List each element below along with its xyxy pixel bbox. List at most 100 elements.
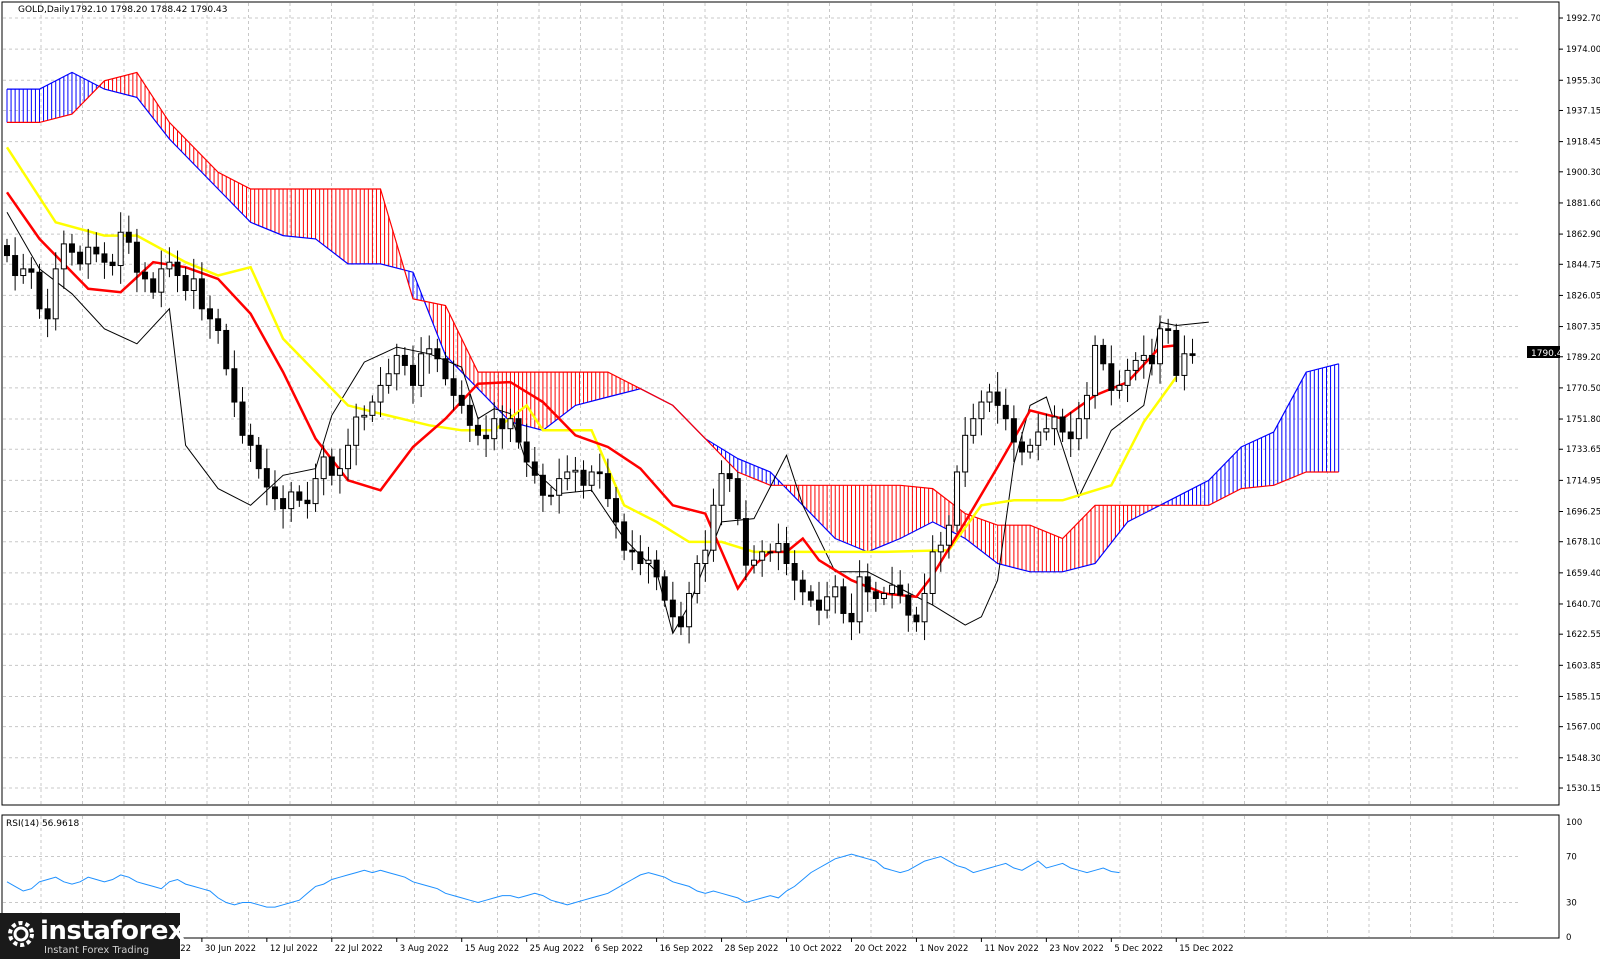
candle xyxy=(1124,358,1131,403)
candle xyxy=(44,288,51,338)
candle xyxy=(93,232,100,263)
candle xyxy=(1140,335,1147,379)
candle-body-bear xyxy=(1165,328,1172,331)
candle-body-bear xyxy=(401,354,408,366)
candle-body-bear xyxy=(77,251,84,265)
price-tick-label: 1733.65 xyxy=(1566,445,1600,455)
candle-body-bull xyxy=(929,551,936,594)
candle-body-bull xyxy=(1035,431,1042,446)
candle-body-bear xyxy=(580,469,587,486)
candle xyxy=(507,408,514,442)
price-tick-label: 1900.30 xyxy=(1566,168,1600,178)
candle-body-bull xyxy=(377,384,384,403)
candle xyxy=(466,393,473,442)
candle-body-bear xyxy=(4,245,10,257)
candle-body-bear xyxy=(466,404,473,426)
candle-body-bear xyxy=(101,253,108,263)
candle xyxy=(353,403,360,466)
candle xyxy=(1108,345,1115,406)
candle xyxy=(824,581,831,619)
candle xyxy=(345,428,352,481)
candle xyxy=(791,550,798,601)
candle xyxy=(4,238,10,263)
candle-body-bear xyxy=(410,364,416,386)
candle-body-bull xyxy=(158,268,165,293)
candle xyxy=(77,245,84,271)
candle xyxy=(369,395,376,423)
candle xyxy=(1100,338,1107,371)
candle xyxy=(799,570,806,606)
price-tick-label: 1955.30 xyxy=(1566,76,1600,86)
candle xyxy=(288,481,295,522)
candle-body-bull xyxy=(393,354,400,375)
candle xyxy=(312,463,319,512)
candle-body-bear xyxy=(1010,418,1017,443)
candle-body-bear xyxy=(239,401,246,436)
candle-body-bull xyxy=(548,494,555,497)
candle xyxy=(905,583,912,632)
candle-body-bear xyxy=(1002,404,1009,420)
candle-body-bear xyxy=(783,543,790,565)
price-tick-label: 1826.05 xyxy=(1566,291,1600,301)
price-tick-label: 1789.20 xyxy=(1566,353,1600,363)
candle xyxy=(28,257,35,289)
price-tick-label: 1844.75 xyxy=(1566,260,1600,270)
candle-body-bull xyxy=(1051,416,1058,430)
candle xyxy=(588,465,595,492)
candle xyxy=(913,606,920,632)
candle-body-bull xyxy=(856,576,863,623)
price-tick-label: 1622.55 xyxy=(1566,630,1600,640)
candle-body-bull xyxy=(686,592,693,628)
candle xyxy=(539,463,546,512)
candle-body-bear xyxy=(499,418,506,430)
candle-body-bull xyxy=(336,468,343,476)
candle-body-bear xyxy=(93,246,100,255)
candle xyxy=(12,237,19,291)
candle xyxy=(207,295,213,339)
candle-body-bear xyxy=(531,461,538,476)
candle-body-bull xyxy=(954,471,961,526)
candle xyxy=(458,380,465,414)
candle-body-bull xyxy=(20,268,27,277)
price-tick-label: 1862.90 xyxy=(1566,230,1600,240)
candle-body-bull xyxy=(962,434,969,473)
candle-body-bull xyxy=(1092,344,1099,396)
chart-symbol: GOLD,Daily xyxy=(18,5,70,15)
price-tick-label: 1567.00 xyxy=(1566,723,1600,733)
candle xyxy=(215,308,222,344)
candle xyxy=(1043,413,1050,441)
time-tick-label: 15 Dec 2022 xyxy=(1179,944,1233,954)
candle-body-bear xyxy=(596,471,603,475)
candle-body-bear xyxy=(68,243,75,253)
candle xyxy=(1083,382,1090,439)
candle xyxy=(954,465,961,532)
main-pane-border xyxy=(1,1,1560,806)
time-tick-label: 23 Nov 2022 xyxy=(1049,944,1103,954)
candle xyxy=(133,228,140,293)
candle-body-bear xyxy=(458,394,465,406)
candle-body-bear xyxy=(255,444,262,470)
candle-body-bear xyxy=(247,434,254,446)
candle xyxy=(1002,388,1009,431)
price-tick-label: 1974.00 xyxy=(1566,45,1600,55)
candle-body-bull xyxy=(702,549,709,565)
candle xyxy=(596,453,603,489)
candle-body-bull xyxy=(1083,394,1090,420)
candle xyxy=(848,593,855,641)
chart-ohlc: 1792.10 1798.20 1788.42 1790.43 xyxy=(70,5,227,15)
candle-body-bear xyxy=(296,491,303,501)
candle-body-bull xyxy=(117,231,124,267)
candle-body-bull xyxy=(775,543,782,553)
price-tick-label: 1770.50 xyxy=(1566,384,1600,394)
candle-body-bear xyxy=(539,474,546,496)
candle-body-bull xyxy=(986,391,993,403)
candle xyxy=(20,253,27,284)
price-tick-label: 1530.15 xyxy=(1566,784,1600,794)
time-tick-label: 28 Sep 2022 xyxy=(725,944,779,954)
candle xyxy=(271,470,278,511)
price-tag: 1790.43 xyxy=(1531,349,1568,359)
candle-body-bear xyxy=(872,591,879,599)
candle-body-bull xyxy=(1116,384,1123,391)
candle xyxy=(263,448,270,506)
candle xyxy=(816,581,822,626)
